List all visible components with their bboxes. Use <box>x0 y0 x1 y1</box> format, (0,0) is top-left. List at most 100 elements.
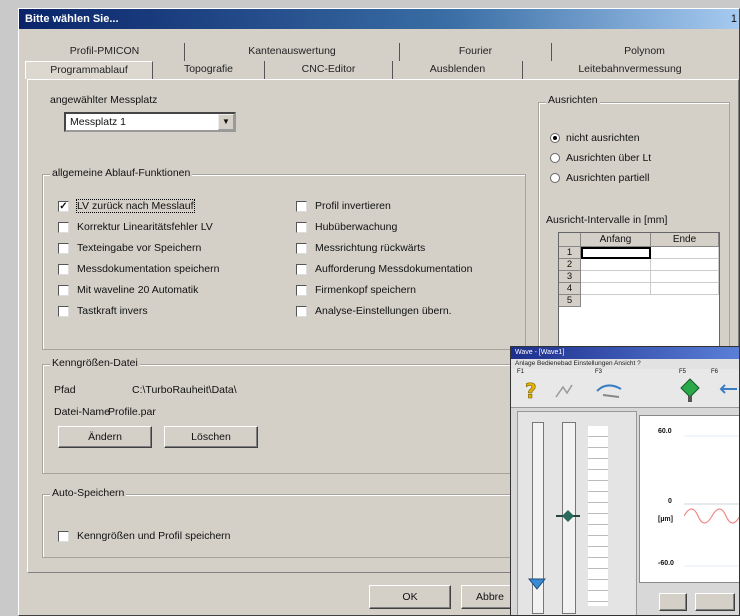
grid-row-header: 2 <box>559 259 581 271</box>
plot-tick-zero: 0 <box>668 498 672 505</box>
datei-group-label: Kenngrößen-Datei <box>50 357 140 369</box>
dialog-title: Bitte wählen Sie... <box>25 13 119 25</box>
messplatz-value: Messplatz 1 <box>70 116 127 128</box>
loeschen-button[interactable]: Löschen <box>164 426 258 448</box>
tab-topografie[interactable]: Topografie <box>153 61 265 79</box>
radio-icon[interactable] <box>550 133 560 143</box>
start-icon[interactable] <box>679 377 701 403</box>
grid-cell[interactable] <box>651 259 719 271</box>
messplatz-select[interactable]: Messplatz 1 ▼ <box>64 112 236 132</box>
chk-label: Tastkraft invers <box>77 305 148 317</box>
radio-nicht-ausrichten[interactable]: nicht ausrichten <box>550 132 640 144</box>
intervall-grid[interactable]: Anfang Ende 1 2 3 4 5 <box>558 232 720 348</box>
chk-korrektur[interactable]: Korrektur Linearitätsfehler LV <box>58 221 213 233</box>
chk-label: Messrichtung rückwärts <box>315 242 426 254</box>
dateiname-value: Profile.par <box>108 406 156 418</box>
radio-label: nicht ausrichten <box>566 132 640 144</box>
tab-polynom[interactable]: Polynom <box>552 43 737 61</box>
pfad-value: C:\TurboRauheit\Data\ <box>132 384 237 396</box>
tab-leitebahnvermessung[interactable]: Leitebahnvermessung <box>523 61 737 79</box>
messplatz-label: angewählter Messplatz <box>50 94 158 106</box>
auto-group <box>42 494 526 558</box>
checkbox-icon[interactable] <box>296 305 307 317</box>
chk-auto-speichern[interactable]: Kenngrößen und Profil speichern <box>58 530 231 542</box>
chk-label: Firmenkopf speichern <box>315 284 416 296</box>
chk-profil-invertieren[interactable]: Profil invertieren <box>296 200 391 212</box>
chk-messdoku[interactable]: Messdokumentation speichern <box>58 263 219 275</box>
datei-group <box>42 364 526 474</box>
chk-tastkraft[interactable]: Tastkraft invers <box>58 305 148 317</box>
grid-cell[interactable] <box>651 271 719 283</box>
wave-toolbar: F1 F3 F5 F6 ? <box>511 369 739 408</box>
checkbox-icon[interactable] <box>58 284 69 296</box>
probe-icon[interactable] <box>595 381 625 401</box>
arrow-icon[interactable] <box>715 383 739 395</box>
pfad-label: Pfad <box>54 384 76 396</box>
grid-cell[interactable] <box>581 271 651 283</box>
checkbox-icon[interactable] <box>58 530 69 542</box>
aendern-button[interactable]: Ändern <box>58 426 152 448</box>
chk-analyse[interactable]: Analyse-Einstellungen übern. <box>296 305 452 317</box>
tab-kantenauswertung[interactable]: Kantenauswertung <box>185 43 400 61</box>
checkbox-icon[interactable] <box>296 284 307 296</box>
chk-hubueberwachung[interactable]: Hubüberwachung <box>296 221 397 233</box>
slider-marker-icon[interactable] <box>528 578 546 590</box>
slider-panel <box>517 411 637 615</box>
grid-cell[interactable] <box>581 259 651 271</box>
grid-row-header: 3 <box>559 271 581 283</box>
chk-messrichtung[interactable]: Messrichtung rückwärts <box>296 242 425 254</box>
tab-ausblenden[interactable]: Ausblenden <box>393 61 523 79</box>
profile-plot: 60.0 0 [µm] -60.0 <box>639 415 739 583</box>
plot-unit: [µm] <box>658 516 673 523</box>
radio-icon[interactable] <box>550 173 560 183</box>
chk-lv-zurueck[interactable]: ✓ LV zurück nach Messlauf <box>58 199 195 213</box>
grid-cell[interactable] <box>581 283 651 295</box>
checkbox-icon[interactable] <box>296 263 307 275</box>
tab-fourier[interactable]: Fourier <box>400 43 552 61</box>
radio-ausrichten-lt[interactable]: Ausrichten über Lt <box>550 152 651 164</box>
tab-cnc-editor[interactable]: CNC-Editor <box>265 61 393 79</box>
scale-ticks <box>588 426 608 606</box>
checkbox-icon[interactable] <box>296 242 307 254</box>
checkbox-icon[interactable] <box>58 305 69 317</box>
radio-label: Ausrichten über Lt <box>566 152 652 164</box>
chk-waveline[interactable]: Mit waveline 20 Automatik <box>58 284 198 296</box>
chk-aufforderung[interactable]: Aufforderung Messdokumentation <box>296 263 472 275</box>
checkbox-icon[interactable] <box>58 242 69 254</box>
checkbox-icon[interactable] <box>58 263 69 275</box>
chk-texteingabe[interactable]: Texteingabe vor Speichern <box>58 242 201 254</box>
wave-button[interactable] <box>695 593 735 611</box>
fkey-label: F3 <box>595 369 603 375</box>
wave-menu-bar[interactable]: Anlage Bedienebad Einstellungen Ansicht … <box>511 359 739 369</box>
chk-label: Korrektur Linearitätsfehler LV <box>77 221 213 233</box>
chk-firmenkopf[interactable]: Firmenkopf speichern <box>296 284 416 296</box>
tab-programmablauf[interactable]: Programmablauf <box>25 61 153 79</box>
grid-col-anfang: Anfang <box>581 233 651 247</box>
chk-label: Hubüberwachung <box>315 221 398 233</box>
radio-icon[interactable] <box>550 153 560 163</box>
radio-label: Ausrichten partiell <box>566 172 650 184</box>
wave-window-title[interactable]: Wave - [Wave1] <box>511 347 739 359</box>
grid-row-header: 5 <box>559 295 581 307</box>
checkbox-icon[interactable]: ✓ <box>58 200 69 212</box>
tab-profil-pmicon[interactable]: Profil-PMICON <box>25 43 185 61</box>
grid-cell-selected[interactable] <box>581 247 651 259</box>
checkbox-icon[interactable] <box>296 200 307 212</box>
grid-cell[interactable] <box>651 283 719 295</box>
grid-row-header: 4 <box>559 283 581 295</box>
chk-label: Messdokumentation speichern <box>77 263 220 275</box>
grid-cell[interactable] <box>651 247 719 259</box>
ok-button[interactable]: OK <box>369 585 451 609</box>
help-icon[interactable]: ? <box>523 379 539 403</box>
slider-thumb-icon[interactable] <box>556 510 580 522</box>
checkbox-icon[interactable] <box>296 221 307 233</box>
wave-window[interactable]: Wave - [Wave1] Anlage Bedienebad Einstel… <box>510 346 740 616</box>
measure-icon[interactable] <box>553 381 575 401</box>
checkbox-icon[interactable] <box>58 221 69 233</box>
radio-ausrichten-partiell[interactable]: Ausrichten partiell <box>550 172 649 184</box>
chevron-down-icon[interactable]: ▼ <box>218 114 234 130</box>
chk-label: Analyse-Einstellungen übern. <box>315 305 452 317</box>
wave-button[interactable] <box>659 593 687 611</box>
dialog-titlebar[interactable]: Bitte wählen Sie... 1 <box>19 9 739 29</box>
tab-row-front: Programmablauf Topografie CNC-Editor Aus… <box>25 61 737 79</box>
